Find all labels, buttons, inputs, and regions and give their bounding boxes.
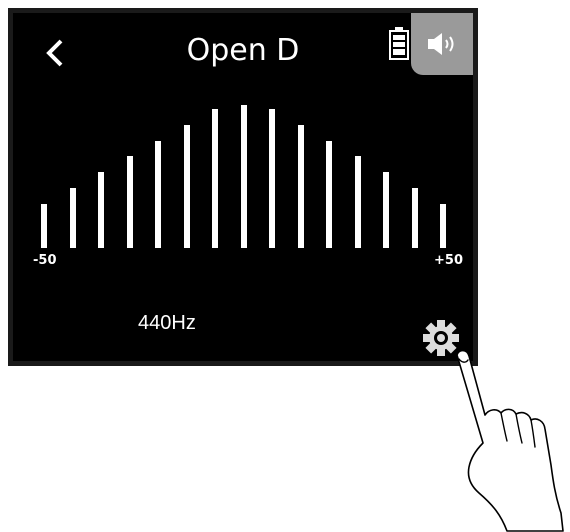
meter-bar <box>155 141 161 248</box>
meter-bar <box>297 125 304 248</box>
meter-bar <box>411 188 418 248</box>
meter-max-label: +50 <box>434 253 463 268</box>
tuner-display: Open D -50 +50 440Hz <box>13 13 473 361</box>
meter-bar <box>212 109 218 248</box>
meter-bar <box>354 156 361 248</box>
meter-bar <box>326 141 332 248</box>
meter-bar <box>183 125 190 248</box>
meter-bar <box>383 172 389 248</box>
meter-bar <box>126 156 133 248</box>
meter-min-label: -50 <box>33 253 57 268</box>
meter-bar <box>41 204 47 248</box>
tuner-device-screen: Open D -50 +50 440Hz <box>8 8 478 366</box>
meter-bar <box>98 172 104 248</box>
meter-bar <box>240 105 247 248</box>
meter-bar <box>269 109 275 248</box>
meter-bar <box>69 188 76 248</box>
reference-frequency: 440Hz <box>138 312 196 334</box>
meter-bar <box>440 204 446 248</box>
pointing-hand-icon <box>456 349 564 532</box>
tuning-meter <box>13 13 473 361</box>
